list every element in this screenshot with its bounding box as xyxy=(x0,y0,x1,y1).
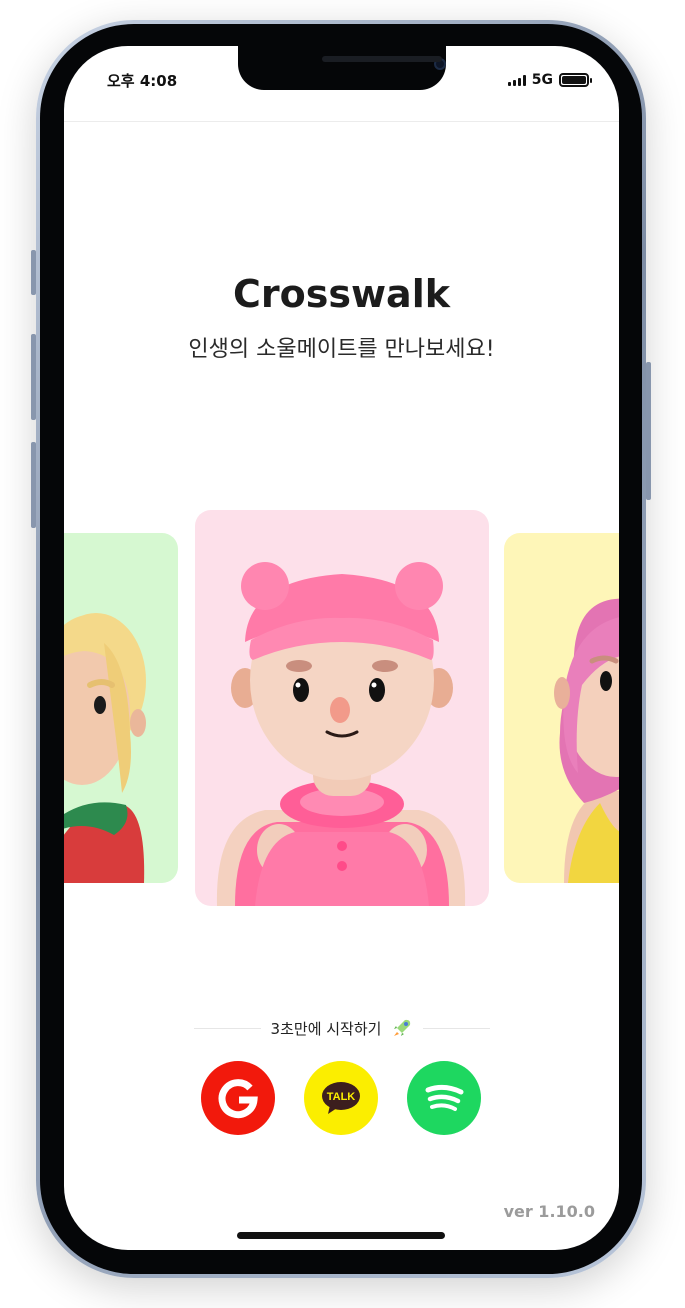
network-type: 5G xyxy=(531,72,553,88)
google-login-button[interactable] xyxy=(201,1061,275,1135)
status-time: 오후 4:08 xyxy=(107,72,178,90)
app-version: ver 1.10.0 xyxy=(503,1202,595,1221)
quick-start-label: 3초만에 시작하기 xyxy=(270,1019,382,1038)
battery-icon xyxy=(559,73,592,87)
divider-left xyxy=(194,1027,261,1029)
volume-down-button xyxy=(31,442,36,528)
notch xyxy=(238,46,446,90)
home-indicator[interactable] xyxy=(237,1232,445,1239)
divider-right xyxy=(423,1027,491,1029)
avatar-pink-beanie-image xyxy=(216,562,466,906)
google-icon xyxy=(218,1079,258,1119)
spotify-login-button[interactable] xyxy=(407,1061,481,1135)
kakao-talk-label: TALK xyxy=(327,1091,356,1103)
signal-bars-icon xyxy=(507,74,526,86)
rocket-icon xyxy=(394,1019,411,1036)
app-screen: 오후 4:08 5G Crosswalk 인생의 소울메이트를 만나보세요! 3… xyxy=(64,46,619,1250)
avatar-card-right[interactable] xyxy=(504,533,619,883)
app-title: Crosswalk xyxy=(232,272,450,316)
volume-up-button xyxy=(31,334,36,420)
kakao-login-button[interactable]: TALK xyxy=(304,1061,378,1135)
header-divider xyxy=(64,121,619,122)
mute-switch xyxy=(31,250,36,295)
spotify-icon xyxy=(425,1084,464,1111)
status-indicators: 5G xyxy=(507,72,592,88)
quick-start-row: 3초만에 시작하기 xyxy=(194,1016,491,1040)
earpiece-speaker xyxy=(322,56,442,62)
avatar-pink-hair-image xyxy=(554,598,619,883)
avatar-blonde-image xyxy=(64,613,146,883)
avatar-card-center[interactable] xyxy=(195,510,489,906)
kakao-talk-icon: TALK xyxy=(322,1082,360,1114)
avatar-card-left[interactable] xyxy=(64,533,178,883)
app-subtitle: 인생의 소울메이트를 만나보세요! xyxy=(188,337,495,362)
power-button xyxy=(646,362,651,500)
